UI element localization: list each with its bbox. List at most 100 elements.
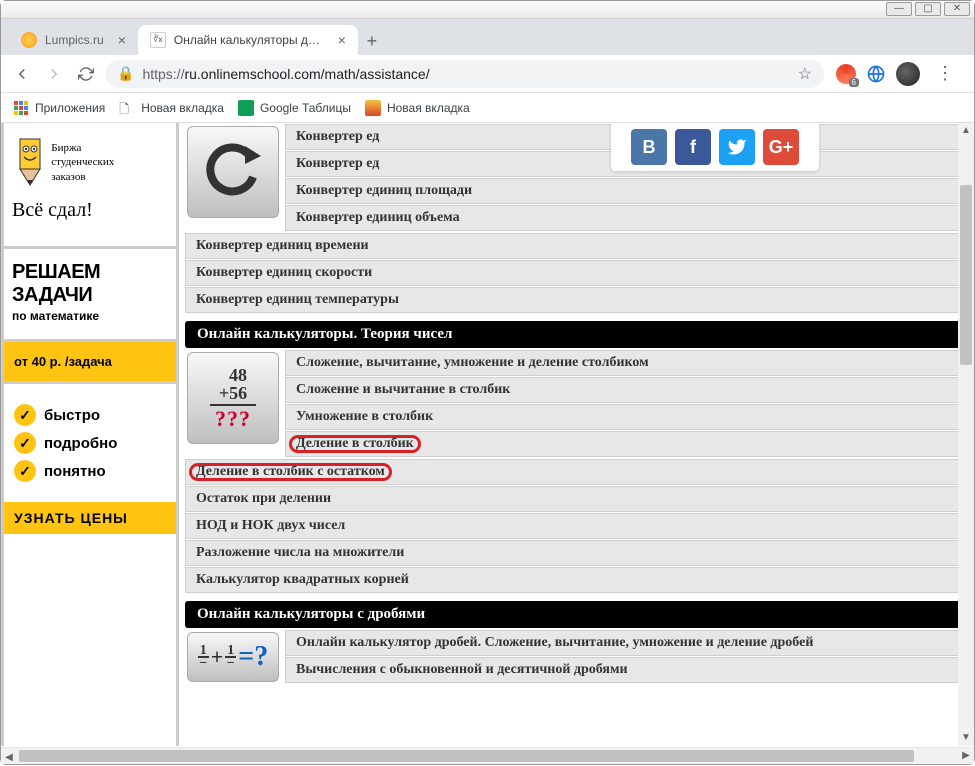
share-twitter-button[interactable] (719, 129, 755, 165)
list-item[interactable]: Умножение в столбик (285, 404, 962, 430)
window-minimize-button[interactable]: — (886, 2, 912, 16)
extension-opera-icon[interactable]: 6 (836, 64, 856, 84)
list-item[interactable]: Разложение числа на множители (185, 540, 962, 566)
scroll-left-arrow-icon[interactable]: ◀ (1, 750, 17, 766)
list-item[interactable]: Сложение и вычитание в столбик (285, 377, 962, 403)
reload-button[interactable] (73, 61, 99, 87)
bookmark-label: Google Таблицы (260, 101, 351, 115)
favicon-lumpics (21, 32, 37, 48)
window-close-button[interactable]: ✕ (944, 2, 970, 16)
check-icon: ✓ (14, 432, 36, 454)
list-item[interactable]: Конвертер единиц скорости (185, 260, 962, 286)
vertical-scrollbar[interactable]: ▲ ▼ (958, 123, 974, 746)
tab-title: Онлайн калькуляторы для реше (174, 33, 324, 47)
icon-num-plus: +56 (210, 384, 256, 403)
check-icon: ✓ (14, 404, 36, 426)
forward-button[interactable] (41, 61, 67, 87)
ad4-item: быстро (44, 407, 100, 424)
tab-close-icon[interactable]: × (118, 32, 126, 48)
ad2-line2: ЗАДАЧИ (12, 284, 168, 307)
url-protocol: https:// (142, 66, 184, 82)
ad2-line3: по математике (12, 309, 168, 323)
numtheory-block: 48 +56 ??? Сложение, вычитание, умножени… (185, 350, 962, 593)
lock-icon: 🔒 (117, 65, 134, 82)
bookmark-item[interactable]: Новая вкладка (365, 100, 470, 116)
page-icon: 🗋 (119, 100, 135, 116)
icon-num-top: 48 (210, 366, 256, 385)
tab-onlinemschool[interactable]: ∛x Онлайн калькуляторы для реше × (138, 25, 358, 55)
page-colored-icon (365, 100, 381, 116)
bookmark-label: Новая вкладка (141, 101, 224, 115)
extension-globe-icon[interactable] (866, 64, 886, 84)
window-maximize-button[interactable]: ▢ (915, 2, 941, 16)
tab-title: Lumpics.ru (45, 33, 104, 47)
ad-block-4[interactable]: ✓ быстро ✓ подробно ✓ понятно (4, 384, 176, 502)
fractions-block: 1−+1−=? Онлайн калькулятор дробей. Сложе… (185, 630, 962, 683)
bookmark-label: Новая вкладка (387, 101, 470, 115)
bookmark-item[interactable]: 🗋 Новая вкладка (119, 100, 224, 116)
bookmarks-bar: Приложения 🗋 Новая вкладка Google Таблицы… (1, 93, 974, 123)
apps-button[interactable]: Приложения (13, 100, 105, 116)
window-titlebar: — ▢ ✕ (1, 1, 974, 19)
link-division-column[interactable]: Деление в столбик (290, 436, 420, 452)
bookmark-star-icon[interactable]: ☆ (798, 64, 812, 84)
share-vk-button[interactable]: B (631, 129, 667, 165)
ad-block-1[interactable]: Биржастуденческихзаказов Всё сдал! (4, 123, 176, 249)
url-text: ru.onlinemschool.com/math/assistance/ (184, 66, 429, 82)
horizontal-scrollbar[interactable]: ◀ ▶ (1, 747, 974, 764)
list-item[interactable]: Сложение, вычитание, умножение и деление… (285, 350, 962, 376)
share-facebook-button[interactable]: f (675, 129, 711, 165)
sidebar-ads: Биржастуденческихзаказов Всё сдал! РЕШАЕ… (1, 123, 179, 746)
list-item-highlighted[interactable]: Деление в столбик (285, 431, 962, 457)
fractions-category-icon: 1−+1−=? (187, 632, 279, 682)
list-item[interactable]: Онлайн калькулятор дробей. Сложение, выч… (285, 630, 962, 656)
section-header-numtheory: Онлайн калькуляторы. Теория чисел (185, 321, 962, 348)
ad4-item: понятно (44, 463, 106, 480)
bookmark-item[interactable]: Google Таблицы (238, 100, 351, 116)
link-division-remainder[interactable]: Деление в столбик с остатком (190, 464, 391, 480)
scroll-right-arrow-icon[interactable]: ▶ (958, 748, 974, 764)
share-googleplus-button[interactable]: G+ (763, 129, 799, 165)
list-item[interactable]: НОД и НОК двух чисел (185, 513, 962, 539)
list-item[interactable]: Конвертер единиц объема (285, 205, 962, 231)
browser-menu-button[interactable]: ⋮ (930, 63, 960, 84)
list-item[interactable]: Конвертер единиц времени (185, 233, 962, 259)
browser-toolbar: 🔒 https://ru.onlinemschool.com/math/assi… (1, 55, 974, 93)
converter-category-icon (187, 126, 279, 218)
tab-lumpics[interactable]: Lumpics.ru × (9, 25, 138, 55)
numtheory-category-icon: 48 +56 ??? (187, 352, 279, 444)
apps-label: Приложения (35, 101, 105, 115)
profile-avatar[interactable] (896, 62, 920, 86)
ad1-slogan: Всё сдал! (12, 199, 168, 222)
check-icon: ✓ (14, 460, 36, 482)
address-bar[interactable]: 🔒 https://ru.onlinemschool.com/math/assi… (105, 60, 824, 88)
extension-badge: 6 (849, 78, 859, 87)
ad-block-5[interactable]: УЗНАТЬ ЦЕНЫ (4, 502, 176, 534)
section-header-fractions: Онлайн калькуляторы с дробями (185, 601, 962, 628)
new-tab-button[interactable]: + (358, 27, 386, 55)
ad4-item: подробно (44, 435, 117, 452)
ad-block-3[interactable]: от 40 р. /задача (4, 342, 176, 384)
scroll-up-arrow-icon[interactable]: ▲ (958, 123, 974, 139)
tab-close-icon[interactable]: × (338, 32, 346, 48)
main-content: B f G+ Конвертер ед Конвертер ед Конверт… (179, 123, 974, 746)
sheets-icon (238, 100, 254, 116)
scrollbar-thumb[interactable] (19, 750, 914, 762)
ad-block-2[interactable]: РЕШАЕМ ЗАДАЧИ по математике (4, 249, 176, 342)
ad1-text: Биржастуденческихзаказов (51, 141, 114, 184)
scroll-down-arrow-icon[interactable]: ▼ (958, 730, 974, 746)
list-item[interactable]: Вычисления с обыкновенной и десятичной д… (285, 657, 962, 683)
list-item[interactable]: Калькулятор квадратных корней (185, 567, 962, 593)
pencil-mascot-icon (12, 133, 48, 189)
ad2-line1: РЕШАЕМ (12, 261, 168, 284)
icon-num-question: ??? (210, 407, 256, 430)
apps-grid-icon (13, 100, 29, 116)
converter-block: Конвертер ед Конвертер ед Конвертер един… (185, 124, 962, 313)
list-item[interactable]: Остаток при делении (185, 486, 962, 512)
scrollbar-thumb[interactable] (960, 185, 972, 365)
list-item-highlighted[interactable]: Деление в столбик с остатком (185, 459, 962, 485)
back-button[interactable] (9, 61, 35, 87)
list-item[interactable]: Конвертер единиц температуры (185, 287, 962, 313)
list-item[interactable]: Конвертер единиц площади (285, 178, 962, 204)
favicon-onlinemschool: ∛x (150, 32, 166, 48)
